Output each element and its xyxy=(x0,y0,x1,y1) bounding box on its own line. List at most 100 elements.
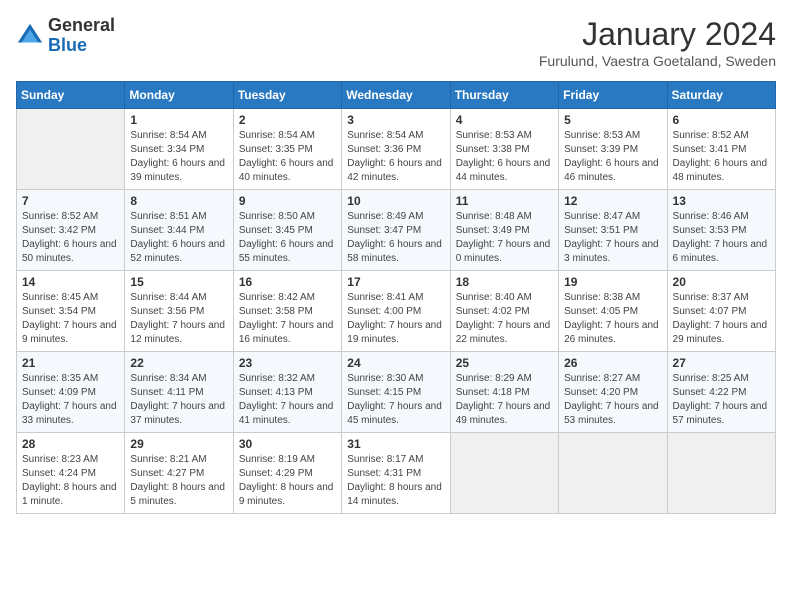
calendar-cell: 27Sunrise: 8:25 AMSunset: 4:22 PMDayligh… xyxy=(667,352,775,433)
day-number: 20 xyxy=(673,275,770,289)
day-info: Sunrise: 8:45 AMSunset: 3:54 PMDaylight:… xyxy=(22,291,119,347)
day-info: Sunrise: 8:44 AMSunset: 3:56 PMDaylight:… xyxy=(130,291,227,347)
calendar-cell xyxy=(667,433,775,514)
day-info: Sunrise: 8:50 AMSunset: 3:45 PMDaylight:… xyxy=(239,210,336,266)
header-friday: Friday xyxy=(559,82,667,109)
day-info: Sunrise: 8:46 AMSunset: 3:53 PMDaylight:… xyxy=(673,210,770,266)
day-number: 16 xyxy=(239,275,336,289)
location-subtitle: Furulund, Vaestra Goetaland, Sweden xyxy=(539,53,776,69)
calendar-cell: 3 Sunrise: 8:54 AMSunset: 3:36 PMDaylight… xyxy=(342,109,450,190)
day-number: 25 xyxy=(456,356,553,370)
calendar-cell: 26Sunrise: 8:27 AMSunset: 4:20 PMDayligh… xyxy=(559,352,667,433)
page-header: General Blue January 2024 Furulund, Vaes… xyxy=(16,16,776,69)
day-number: 4 xyxy=(456,113,553,127)
day-number: 3 xyxy=(347,113,444,127)
day-info: Sunrise: 8:41 AMSunset: 4:00 PMDaylight:… xyxy=(347,291,444,347)
day-info: Sunrise: 8:40 AMSunset: 4:02 PMDaylight:… xyxy=(456,291,553,347)
calendar-cell: 23 Sunrise: 8:32 AMSunset: 4:13 PMDayligh… xyxy=(233,352,341,433)
day-info: Sunrise: 8:35 AMSunset: 4:09 PMDaylight:… xyxy=(22,372,119,428)
calendar-cell: 15 Sunrise: 8:44 AMSunset: 3:56 PMDayligh… xyxy=(125,271,233,352)
calendar-cell: 10 Sunrise: 8:49 AMSunset: 3:47 PMDayligh… xyxy=(342,190,450,271)
calendar-cell: 22 Sunrise: 8:34 AMSunset: 4:11 PMDayligh… xyxy=(125,352,233,433)
logo-blue-text: Blue xyxy=(48,36,115,56)
calendar-cell: 30 Sunrise: 8:19 AMSunset: 4:29 PMDayligh… xyxy=(233,433,341,514)
calendar-cell: 4 Sunrise: 8:53 AMSunset: 3:38 PMDaylight… xyxy=(450,109,558,190)
day-info: Sunrise: 8:19 AMSunset: 4:29 PMDaylight:… xyxy=(239,453,336,509)
day-info: Sunrise: 8:37 AMSunset: 4:07 PMDaylight:… xyxy=(673,291,770,347)
day-number: 22 xyxy=(130,356,227,370)
day-number: 2 xyxy=(239,113,336,127)
day-number: 27 xyxy=(673,356,770,370)
day-info: Sunrise: 8:38 AMSunset: 4:05 PMDaylight:… xyxy=(564,291,661,347)
calendar-cell: 21 Sunrise: 8:35 AMSunset: 4:09 PMDayligh… xyxy=(17,352,125,433)
day-number: 31 xyxy=(347,437,444,451)
calendar-cell: 6Sunrise: 8:52 AMSunset: 3:41 PMDaylight… xyxy=(667,109,775,190)
day-number: 19 xyxy=(564,275,661,289)
day-number: 23 xyxy=(239,356,336,370)
calendar-cell: 14Sunrise: 8:45 AMSunset: 3:54 PMDayligh… xyxy=(17,271,125,352)
calendar-cell: 12 Sunrise: 8:47 AMSunset: 3:51 PMDayligh… xyxy=(559,190,667,271)
calendar-cell xyxy=(559,433,667,514)
week-row-4: 21 Sunrise: 8:35 AMSunset: 4:09 PMDayligh… xyxy=(17,352,776,433)
calendar-cell: 1Sunrise: 8:54 AMSunset: 3:34 PMDaylight… xyxy=(125,109,233,190)
day-number: 11 xyxy=(456,194,553,208)
day-number: 12 xyxy=(564,194,661,208)
day-info: Sunrise: 8:54 AMSunset: 3:36 PMDaylight:… xyxy=(347,129,444,185)
day-number: 30 xyxy=(239,437,336,451)
day-info: Sunrise: 8:29 AMSunset: 4:18 PMDaylight:… xyxy=(456,372,553,428)
title-block: January 2024 Furulund, Vaestra Goetaland… xyxy=(539,16,776,69)
week-row-3: 14Sunrise: 8:45 AMSunset: 3:54 PMDayligh… xyxy=(17,271,776,352)
calendar-cell: 9 Sunrise: 8:50 AMSunset: 3:45 PMDaylight… xyxy=(233,190,341,271)
day-info: Sunrise: 8:21 AMSunset: 4:27 PMDaylight:… xyxy=(130,453,227,509)
day-number: 9 xyxy=(239,194,336,208)
calendar-cell xyxy=(17,109,125,190)
calendar-cell: 19 Sunrise: 8:38 AMSunset: 4:05 PMDayligh… xyxy=(559,271,667,352)
day-info: Sunrise: 8:42 AMSunset: 3:58 PMDaylight:… xyxy=(239,291,336,347)
calendar-cell: 24 Sunrise: 8:30 AMSunset: 4:15 PMDayligh… xyxy=(342,352,450,433)
day-number: 18 xyxy=(456,275,553,289)
day-info: Sunrise: 8:48 AMSunset: 3:49 PMDaylight:… xyxy=(456,210,553,266)
day-number: 8 xyxy=(130,194,227,208)
day-number: 21 xyxy=(22,356,119,370)
day-info: Sunrise: 8:49 AMSunset: 3:47 PMDaylight:… xyxy=(347,210,444,266)
calendar-cell: 31 Sunrise: 8:17 AMSunset: 4:31 PMDayligh… xyxy=(342,433,450,514)
calendar-cell: 28Sunrise: 8:23 AMSunset: 4:24 PMDayligh… xyxy=(17,433,125,514)
day-number: 7 xyxy=(22,194,119,208)
calendar-cell: 25 Sunrise: 8:29 AMSunset: 4:18 PMDayligh… xyxy=(450,352,558,433)
day-info: Sunrise: 8:32 AMSunset: 4:13 PMDaylight:… xyxy=(239,372,336,428)
calendar-cell: 5 Sunrise: 8:53 AMSunset: 3:39 PMDaylight… xyxy=(559,109,667,190)
day-info: Sunrise: 8:53 AMSunset: 3:38 PMDaylight:… xyxy=(456,129,553,185)
day-info: Sunrise: 8:27 AMSunset: 4:20 PMDaylight:… xyxy=(564,372,661,428)
calendar-table: SundayMondayTuesdayWednesdayThursdayFrid… xyxy=(16,81,776,514)
calendar-cell: 17Sunrise: 8:41 AMSunset: 4:00 PMDayligh… xyxy=(342,271,450,352)
header-thursday: Thursday xyxy=(450,82,558,109)
day-number: 15 xyxy=(130,275,227,289)
day-info: Sunrise: 8:51 AMSunset: 3:44 PMDaylight:… xyxy=(130,210,227,266)
day-info: Sunrise: 8:53 AMSunset: 3:39 PMDaylight:… xyxy=(564,129,661,185)
calendar-cell xyxy=(450,433,558,514)
day-info: Sunrise: 8:34 AMSunset: 4:11 PMDaylight:… xyxy=(130,372,227,428)
weekday-header-row: SundayMondayTuesdayWednesdayThursdayFrid… xyxy=(17,82,776,109)
day-number: 24 xyxy=(347,356,444,370)
header-saturday: Saturday xyxy=(667,82,775,109)
calendar-cell: 2Sunrise: 8:54 AMSunset: 3:35 PMDaylight… xyxy=(233,109,341,190)
calendar-cell: 18 Sunrise: 8:40 AMSunset: 4:02 PMDayligh… xyxy=(450,271,558,352)
day-number: 1 xyxy=(130,113,227,127)
day-number: 10 xyxy=(347,194,444,208)
day-info: Sunrise: 8:52 AMSunset: 3:42 PMDaylight:… xyxy=(22,210,119,266)
calendar-cell: 29Sunrise: 8:21 AMSunset: 4:27 PMDayligh… xyxy=(125,433,233,514)
calendar-cell: 13 Sunrise: 8:46 AMSunset: 3:53 PMDayligh… xyxy=(667,190,775,271)
calendar-cell: 8 Sunrise: 8:51 AMSunset: 3:44 PMDaylight… xyxy=(125,190,233,271)
calendar-cell: 16 Sunrise: 8:42 AMSunset: 3:58 PMDayligh… xyxy=(233,271,341,352)
header-sunday: Sunday xyxy=(17,82,125,109)
calendar-cell: 7 Sunrise: 8:52 AMSunset: 3:42 PMDaylight… xyxy=(17,190,125,271)
day-info: Sunrise: 8:17 AMSunset: 4:31 PMDaylight:… xyxy=(347,453,444,509)
logo: General Blue xyxy=(16,16,115,56)
header-tuesday: Tuesday xyxy=(233,82,341,109)
day-number: 13 xyxy=(673,194,770,208)
day-number: 5 xyxy=(564,113,661,127)
day-info: Sunrise: 8:30 AMSunset: 4:15 PMDaylight:… xyxy=(347,372,444,428)
header-monday: Monday xyxy=(125,82,233,109)
day-info: Sunrise: 8:47 AMSunset: 3:51 PMDaylight:… xyxy=(564,210,661,266)
logo-general-text: General xyxy=(48,16,115,36)
